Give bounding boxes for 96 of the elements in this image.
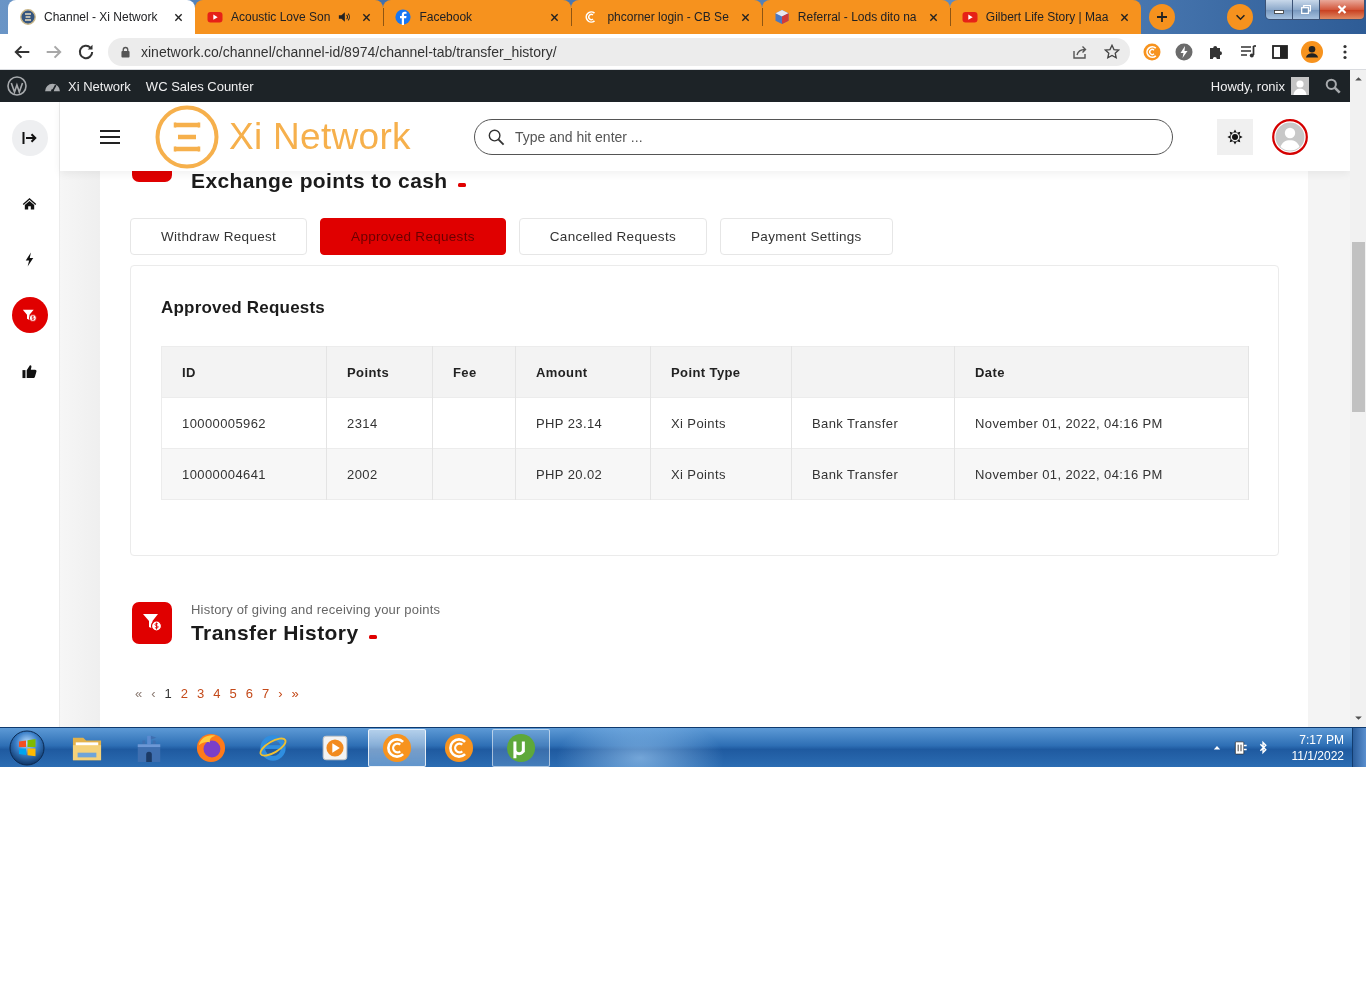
clock-time[interactable]: 7:17 PM bbox=[1299, 731, 1344, 748]
browser-tab[interactable]: Facebook bbox=[383, 0, 572, 34]
logo-icon[interactable] bbox=[7, 76, 27, 96]
lock-icon[interactable] bbox=[121, 45, 130, 58]
coin-logo-icon bbox=[20, 9, 36, 25]
table-cell: Xi Points bbox=[650, 448, 792, 500]
page-link[interactable]: 6 bbox=[245, 686, 253, 702]
e-globe-icon bbox=[258, 732, 288, 763]
account-greeting[interactable]: Howdy, ronix bbox=[1210, 78, 1285, 94]
bluetooth-icon[interactable] bbox=[1258, 740, 1268, 755]
page-link[interactable]: 5 bbox=[229, 686, 237, 702]
close-icon bbox=[1337, 5, 1348, 14]
scrollbar-thumb[interactable] bbox=[1351, 242, 1365, 412]
clock-date[interactable]: 11/1/2022 bbox=[1291, 747, 1344, 764]
maximize-button[interactable] bbox=[1293, 0, 1321, 19]
close-icon[interactable] bbox=[740, 12, 750, 22]
next-page-link[interactable]: › bbox=[278, 686, 283, 702]
last-page-link[interactable]: » bbox=[291, 686, 299, 702]
tab-search-button[interactable] bbox=[1227, 4, 1254, 30]
page-link[interactable]: 3 bbox=[197, 686, 205, 702]
minimize-button[interactable] bbox=[1266, 0, 1294, 19]
browser-tab[interactable]: phcorner login - CB Se bbox=[571, 0, 762, 34]
new-tab-button[interactable] bbox=[1149, 4, 1176, 30]
close-button[interactable] bbox=[1320, 0, 1365, 19]
home-icon bbox=[22, 195, 37, 211]
avatar-icon[interactable] bbox=[1272, 118, 1308, 155]
power-plug-icon[interactable] bbox=[1233, 739, 1248, 756]
video-play-icon bbox=[207, 9, 223, 25]
admin-bar-link[interactable]: Xi Network bbox=[68, 78, 131, 94]
theme-toggle-button[interactable] bbox=[1217, 118, 1253, 155]
restore-icon bbox=[1301, 5, 1312, 14]
browser-tab[interactable]: Acoustic Love Son bbox=[195, 0, 384, 34]
share-icon[interactable] bbox=[1072, 43, 1088, 60]
table-cell: November 01, 2022, 04:16 PM bbox=[954, 448, 1249, 500]
start-orb-icon bbox=[9, 729, 45, 766]
facebook-icon bbox=[395, 9, 412, 25]
search-icon[interactable] bbox=[1325, 78, 1341, 94]
table-cell: Bank Transfer bbox=[791, 448, 955, 500]
dash-icon bbox=[369, 635, 378, 639]
close-icon[interactable] bbox=[1120, 12, 1130, 22]
close-icon[interactable] bbox=[550, 12, 560, 22]
browser-tab[interactable]: Referral - Lods dito na bbox=[761, 0, 950, 34]
admin-bar-link[interactable]: WC Sales Counter bbox=[145, 78, 254, 94]
browser-tab[interactable]: Channel - Xi Network bbox=[8, 0, 195, 34]
section-subtitle: History of giving and receiving your points bbox=[191, 602, 441, 618]
scroll-down-icon[interactable] bbox=[1353, 716, 1363, 721]
fox-globe-icon bbox=[196, 732, 226, 763]
scrollbar[interactable] bbox=[1350, 70, 1366, 727]
search-field[interactable]: Type and hit enter ... bbox=[473, 118, 1173, 155]
search-icon bbox=[487, 128, 505, 146]
table-cell: 2002 bbox=[326, 448, 433, 500]
funnel-coin-icon bbox=[22, 307, 37, 323]
page-link[interactable]: 7 bbox=[262, 686, 270, 702]
table-cell: PHP 20.02 bbox=[515, 448, 651, 500]
table-cell: 10000004641 bbox=[161, 448, 327, 500]
mu-logo-icon bbox=[506, 732, 536, 763]
more-menu-icon[interactable] bbox=[1343, 43, 1347, 60]
tab[interactable]: Withdraw Request bbox=[130, 218, 308, 255]
star-icon[interactable] bbox=[1104, 43, 1120, 60]
c-logo-icon bbox=[444, 732, 474, 763]
tab[interactable]: Cancelled Requests bbox=[518, 218, 707, 255]
profile-avatar-icon[interactable] bbox=[1301, 40, 1323, 63]
close-icon[interactable] bbox=[174, 12, 183, 22]
page-link[interactable]: 4 bbox=[213, 686, 221, 702]
funnel-coin-icon bbox=[132, 602, 172, 644]
section-title: Exchange points to cash bbox=[191, 171, 448, 191]
tab[interactable]: Payment Settings bbox=[720, 218, 893, 255]
sidebar-toggle-button[interactable] bbox=[11, 120, 48, 156]
section-title: Transfer History bbox=[191, 620, 359, 646]
page-link[interactable]: 1 bbox=[164, 686, 172, 702]
side-panel-icon[interactable] bbox=[1271, 42, 1289, 61]
menu-icon[interactable] bbox=[100, 129, 120, 144]
tray-arrow-icon[interactable] bbox=[1212, 745, 1221, 750]
close-icon[interactable] bbox=[362, 12, 372, 22]
cube-icon bbox=[773, 9, 790, 25]
browser-tab[interactable]: Gilbert Life Story | Maa bbox=[949, 0, 1142, 34]
c-logo-icon bbox=[382, 732, 412, 763]
scroll-up-icon[interactable] bbox=[1353, 76, 1363, 81]
speaker-icon[interactable] bbox=[338, 11, 351, 23]
tile-icon bbox=[132, 171, 172, 182]
taskbar-button[interactable] bbox=[492, 728, 550, 767]
taskbar-button[interactable] bbox=[368, 728, 426, 767]
dash-icon bbox=[457, 183, 466, 187]
address-bar[interactable]: xinetwork.co/channel/channel-id/8974/channel-tab/transfer_history/ bbox=[108, 37, 1130, 66]
show-desktop-button[interactable] bbox=[1352, 727, 1366, 768]
minimize-icon bbox=[1274, 10, 1285, 14]
plus-icon bbox=[1156, 11, 1169, 23]
chevron-down-icon bbox=[1234, 13, 1246, 21]
reload-icon[interactable] bbox=[77, 42, 95, 61]
thumbs-up-icon bbox=[22, 363, 37, 379]
bolt-icon[interactable] bbox=[1175, 42, 1193, 61]
arrow-to-bar-icon bbox=[21, 131, 38, 145]
video-play-icon bbox=[961, 9, 978, 25]
page-link[interactable]: 2 bbox=[180, 686, 189, 702]
close-icon[interactable] bbox=[928, 12, 938, 22]
card-title: Approved Requests bbox=[161, 297, 325, 319]
